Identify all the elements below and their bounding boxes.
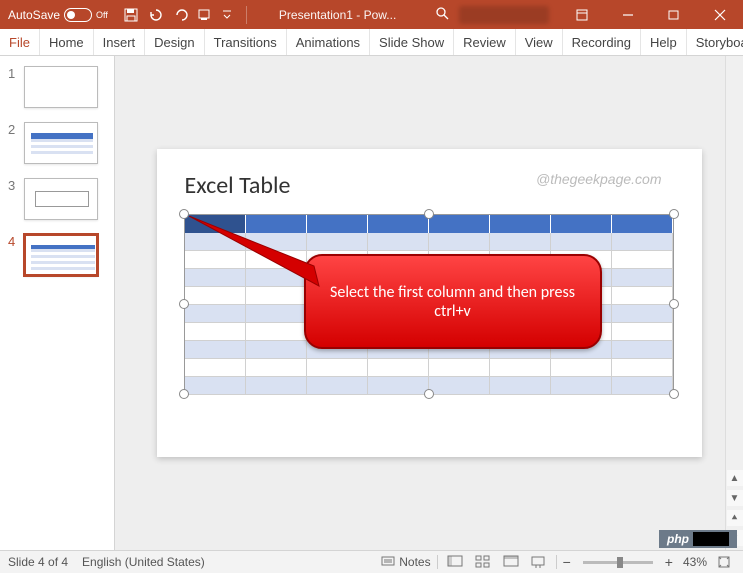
selection-handle-n[interactable] xyxy=(424,209,434,219)
zoom-in-button[interactable]: + xyxy=(665,554,673,570)
qat-separator xyxy=(246,6,247,24)
thumbnail-slide-1[interactable] xyxy=(24,66,98,108)
autosave-state: Off xyxy=(96,10,108,20)
slide-title[interactable]: Excel Table xyxy=(185,171,291,200)
selection-handle-sw[interactable] xyxy=(179,389,189,399)
slideshow-view-button[interactable] xyxy=(528,553,550,571)
selection-handle-w[interactable] xyxy=(179,299,189,309)
main-area: 1 2 3 4 Excel Table @thegeekpage.com xyxy=(0,56,743,550)
notes-button[interactable]: Notes xyxy=(381,555,430,569)
zoom-slider[interactable] xyxy=(583,561,653,564)
quick-access-toolbar xyxy=(116,6,259,24)
thumbnail-slide-4[interactable] xyxy=(24,234,98,276)
selection-handle-nw[interactable] xyxy=(179,209,189,219)
qat-more-icon[interactable] xyxy=(222,8,232,22)
selection-handle-ne[interactable] xyxy=(669,209,679,219)
tab-view[interactable]: View xyxy=(516,29,563,55)
notes-label: Notes xyxy=(399,555,430,569)
tab-file[interactable]: File xyxy=(0,29,40,55)
thumbnail-number: 1 xyxy=(8,66,18,81)
from-beginning-icon[interactable] xyxy=(198,8,212,22)
thumbnail-slide-3[interactable] xyxy=(24,178,98,220)
tab-storyboarding[interactable]: Storyboardin xyxy=(687,29,743,55)
watermark-text: @thegeekpage.com xyxy=(536,171,662,187)
switch-knob xyxy=(67,11,75,19)
thumbnail-row-2[interactable]: 2 xyxy=(8,122,106,164)
undo-icon[interactable] xyxy=(148,8,164,22)
tab-slideshow[interactable]: Slide Show xyxy=(370,29,454,55)
autosave-switch[interactable] xyxy=(64,8,92,22)
scroll-up-icon[interactable]: ▲ xyxy=(727,470,743,486)
slide-editor[interactable]: Excel Table @thegeekpage.com xyxy=(115,56,743,550)
tab-design[interactable]: Design xyxy=(145,29,204,55)
title-bar: AutoSave Off Presentation1 - Pow... xyxy=(0,0,743,29)
php-badge-text: php xyxy=(667,532,689,546)
thumbnail-number: 2 xyxy=(8,122,18,137)
reading-view-button[interactable] xyxy=(500,553,522,571)
thumbnail-row-1[interactable]: 1 xyxy=(8,66,106,108)
status-bar: Slide 4 of 4 English (United States) Not… xyxy=(0,550,743,573)
tab-animations[interactable]: Animations xyxy=(287,29,370,55)
selection-handle-e[interactable] xyxy=(669,299,679,309)
thumbnail-row-4[interactable]: 4 xyxy=(8,234,106,276)
redo-icon[interactable] xyxy=(174,8,188,22)
save-icon[interactable] xyxy=(124,8,138,22)
tab-insert[interactable]: Insert xyxy=(94,29,146,55)
ribbon-tabs: File Home Insert Design Transitions Anim… xyxy=(0,29,743,56)
window-title: Presentation1 - Pow... xyxy=(259,8,425,22)
account-area[interactable] xyxy=(459,6,549,24)
slide-sorter-view-button[interactable] xyxy=(472,553,494,571)
callout-shape[interactable]: Select the first column and then press c… xyxy=(304,254,602,349)
vertical-scrollbar[interactable]: ▲ ▼ ⯅ ⯆ xyxy=(725,56,743,550)
tab-home[interactable]: Home xyxy=(40,29,94,55)
status-divider xyxy=(556,555,557,569)
ribbon-display-options-icon[interactable] xyxy=(559,0,605,29)
prev-slide-icon[interactable]: ⯅ xyxy=(727,510,743,526)
zoom-out-button[interactable]: − xyxy=(563,554,571,570)
maximize-button[interactable] xyxy=(651,0,697,29)
thumbnail-row-3[interactable]: 3 xyxy=(8,178,106,220)
tab-help[interactable]: Help xyxy=(641,29,687,55)
tab-recording[interactable]: Recording xyxy=(563,29,641,55)
close-button[interactable] xyxy=(697,0,743,29)
autosave-label: AutoSave xyxy=(8,8,60,22)
status-divider xyxy=(437,555,438,569)
slide-indicator[interactable]: Slide 4 of 4 xyxy=(8,555,68,569)
thumbnail-number: 3 xyxy=(8,178,18,193)
tab-review[interactable]: Review xyxy=(454,29,516,55)
php-badge: php xyxy=(659,530,737,548)
slide-thumbnail-panel[interactable]: 1 2 3 4 xyxy=(0,56,115,550)
search-icon[interactable] xyxy=(425,6,459,23)
normal-view-button[interactable] xyxy=(444,553,466,571)
callout-arrow-icon xyxy=(189,216,349,306)
scroll-down-icon[interactable]: ▼ xyxy=(727,490,743,506)
window-controls xyxy=(559,0,743,29)
zoom-value[interactable]: 43% xyxy=(683,555,707,569)
badge-extra xyxy=(693,532,729,546)
thumbnail-number: 4 xyxy=(8,234,18,249)
fit-to-window-button[interactable] xyxy=(713,553,735,571)
language-indicator[interactable]: English (United States) xyxy=(82,555,205,569)
selection-handle-s[interactable] xyxy=(424,389,434,399)
selection-handle-se[interactable] xyxy=(669,389,679,399)
minimize-button[interactable] xyxy=(605,0,651,29)
tab-transitions[interactable]: Transitions xyxy=(205,29,287,55)
thumbnail-slide-2[interactable] xyxy=(24,122,98,164)
autosave-toggle[interactable]: AutoSave Off xyxy=(0,8,116,22)
current-slide[interactable]: Excel Table @thegeekpage.com xyxy=(157,149,702,457)
notes-icon xyxy=(381,556,395,568)
